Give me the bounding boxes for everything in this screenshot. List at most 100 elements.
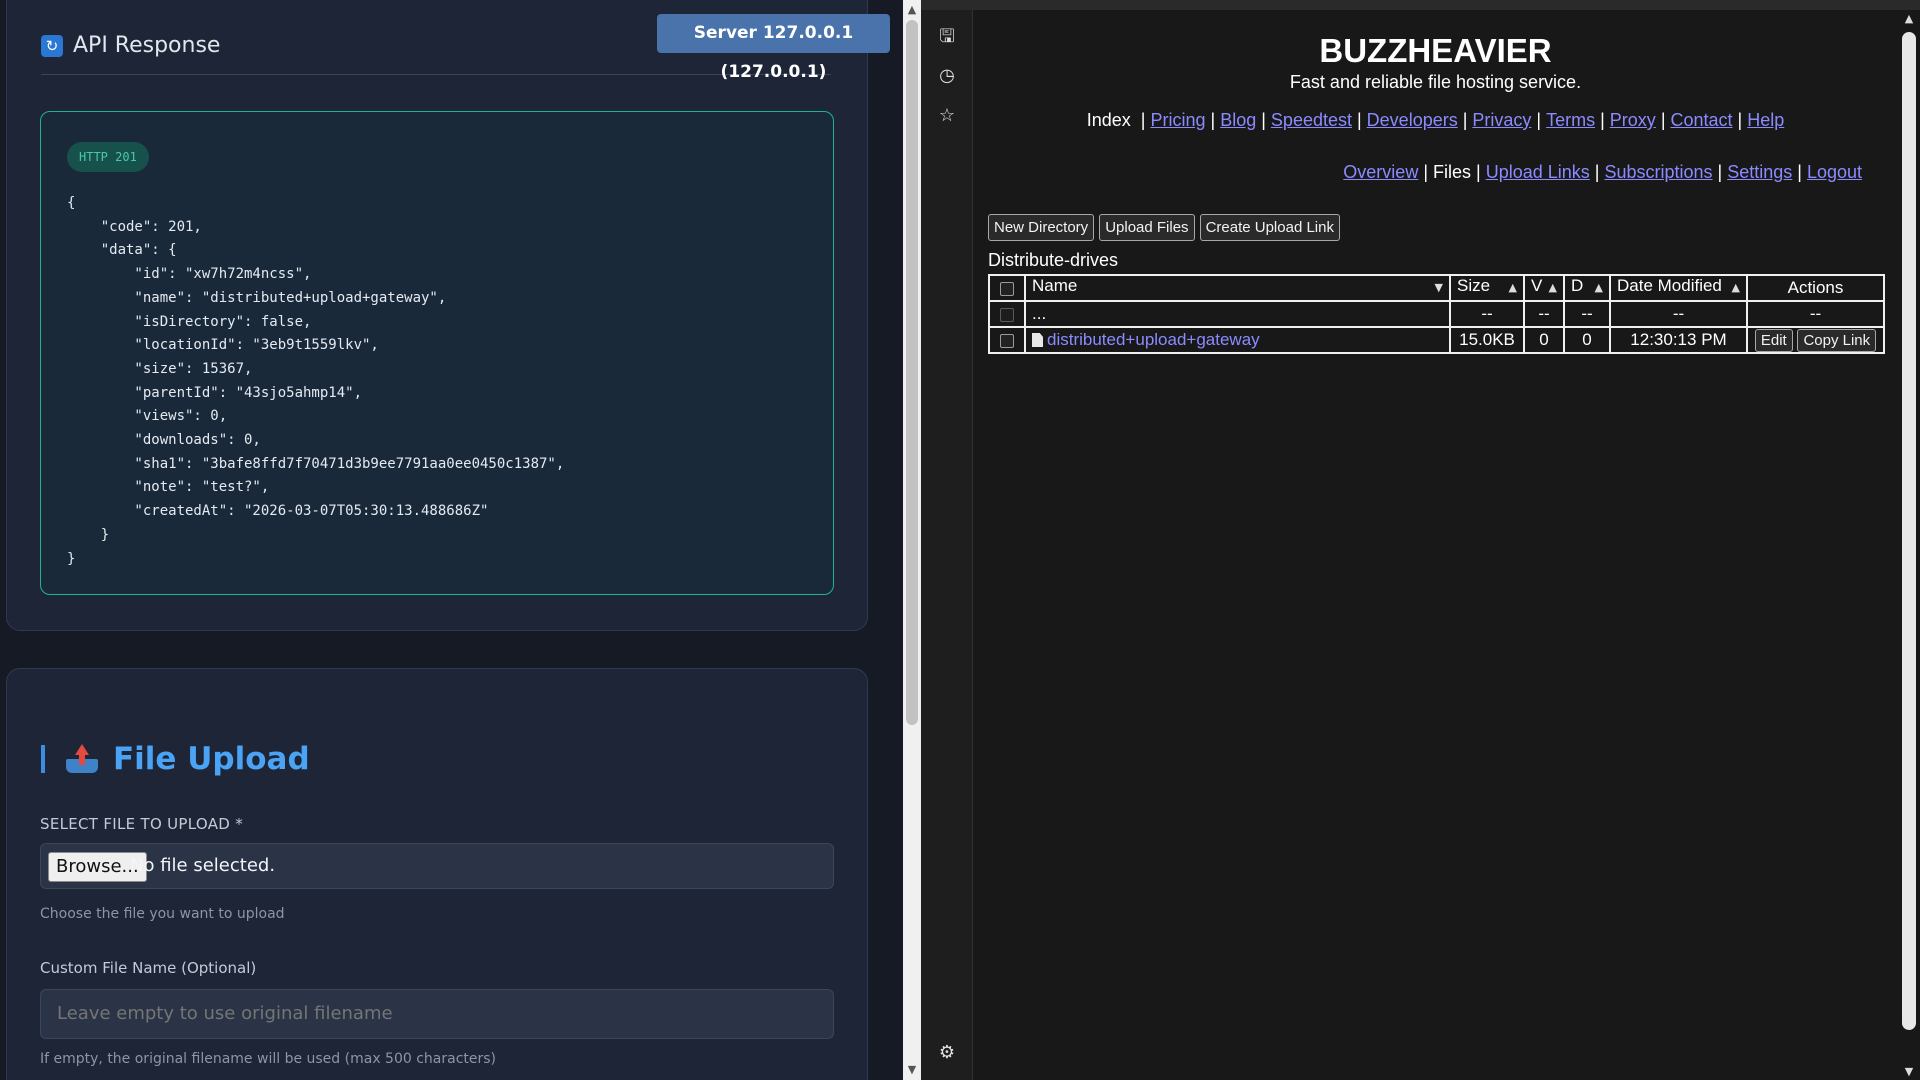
file-icon: [1032, 333, 1043, 347]
nav-link-developers[interactable]: Developers: [1367, 110, 1458, 130]
select-all-checkbox[interactable]: [1000, 281, 1014, 296]
nav-link-contact[interactable]: Contact: [1671, 110, 1733, 130]
sort-both-icon[interactable]: ▲: [1732, 276, 1740, 300]
row-checkbox[interactable]: [1000, 307, 1014, 322]
name-header[interactable]: Name ▼: [1024, 274, 1451, 302]
views-header[interactable]: V ▲: [1523, 274, 1565, 302]
nav-separator: |: [1261, 110, 1266, 130]
json-line: "name": "distributed+upload+gateway",: [67, 289, 447, 306]
nav-separator: |: [1356, 110, 1362, 130]
star-icon[interactable]: ☆: [936, 105, 958, 127]
response-box: HTTP 201 { "code": 201, "data": { "id": …: [40, 111, 834, 595]
file-table: Name ▼ Size ▲︎ V ▲ D ▲ Date Modified ▲ Action…: [988, 274, 1885, 354]
json-line: "isDirectory": false,: [67, 313, 312, 330]
account-nav-upload-links[interactable]: Upload Links: [1486, 162, 1590, 182]
account-nav: Overview | Files | Upload Links | Subscription…: [1343, 162, 1862, 183]
history-icon[interactable]: ◷: [936, 65, 958, 87]
account-nav-settings[interactable]: Settings: [1727, 162, 1792, 182]
edit-button[interactable]: Edit: [1754, 328, 1793, 352]
browser-sidebar: 🖫 ◷ ☆ ⚙: [921, 0, 973, 1080]
scroll-up-icon[interactable]: ▲: [1902, 12, 1916, 25]
account-nav-subscriptions[interactable]: Subscriptions: [1604, 162, 1712, 182]
account-nav-overview[interactable]: Overview: [1343, 162, 1418, 182]
scroll-down-icon[interactable]: ▼: [906, 1063, 918, 1077]
json-line: "locationId": "3eb9t1559lkv",: [67, 337, 379, 354]
response-json: { "code": 201, "data": { "id": "xw7h72m4…: [67, 192, 564, 571]
account-nav-logout[interactable]: Logout: [1807, 162, 1862, 182]
file-date-modified: 12:30:13 PM: [1609, 326, 1748, 354]
scroll-up-icon[interactable]: ▲: [906, 3, 918, 17]
bookmarks-bar: [921, 0, 1920, 10]
nav-link-help[interactable]: Help: [1747, 110, 1784, 130]
site-title: BUZZHEAVIER: [1319, 32, 1552, 69]
nav-separator: |: [1660, 110, 1666, 130]
api-response-card: ↻ API Response HTTP 201 { "code": 201, "…: [6, 0, 868, 631]
nav-separator: |: [1140, 110, 1146, 130]
left-pane-scrollbar[interactable]: ▲ ▼: [903, 0, 921, 1080]
json-line: "id": "xw7h72m4ncss",: [67, 266, 312, 283]
buzzheavier-page: BUZZHEAVIER Fast and reliable file hosti…: [973, 10, 1898, 1080]
row-checkbox[interactable]: [1000, 333, 1014, 348]
main-nav: Index | Pricing | Blog | Speedtest | Developers…: [973, 110, 1898, 131]
file-input[interactable]: Browse... No file selected.: [40, 843, 834, 889]
sort-both-icon[interactable]: ▲: [1549, 276, 1557, 300]
custom-name-field[interactable]: [40, 989, 834, 1039]
custom-name-input[interactable]: [57, 1003, 817, 1024]
json-line: "note": "test?",: [67, 479, 270, 496]
json-line: }: [67, 550, 76, 567]
nav-separator: |: [1476, 162, 1481, 182]
divider: [41, 74, 831, 75]
create-upload-link-button[interactable]: Create Upload Link: [1199, 214, 1340, 241]
json-line: "size": 15367,: [67, 360, 253, 377]
scrollbar-thumb[interactable]: [1902, 32, 1916, 1030]
date-modified-header[interactable]: Date Modified ▲: [1609, 274, 1748, 302]
parent-dir-link[interactable]: ...: [1024, 300, 1451, 328]
nav-link-speedtest[interactable]: Speedtest: [1271, 110, 1352, 130]
file-upload-header: File Upload: [41, 741, 310, 777]
select-file-label: SELECT FILE TO UPLOAD *: [40, 815, 243, 833]
file-downloads: 0: [1563, 326, 1611, 354]
api-tester-pane: Server 127.0.0.1 (127.0.0.1) ↻ API Respo…: [0, 0, 903, 1080]
nav-current-index: Index: [1086, 110, 1131, 130]
settings-gear-icon[interactable]: ⚙: [936, 1042, 958, 1064]
file-actions-cell: Edit Copy Link: [1746, 326, 1885, 354]
downloads-header[interactable]: D ▲: [1563, 274, 1611, 302]
size-header[interactable]: Size ▲︎: [1449, 274, 1525, 302]
sort-both-icon[interactable]: ▲: [1595, 276, 1603, 300]
new-directory-button[interactable]: New Directory: [988, 214, 1095, 241]
json-line: "parentId": "43sjo5ahmp14",: [67, 384, 363, 401]
file-name-cell: distributed+upload+gateway: [1024, 326, 1451, 354]
table-header-row: Name ▼ Size ▲︎ V ▲ D ▲ Date Modified ▲ Action…: [988, 274, 1885, 302]
nav-link-privacy[interactable]: Privacy: [1472, 110, 1531, 130]
parent-views: --: [1523, 300, 1565, 328]
parent-dir-row[interactable]: ... -- -- -- -- --: [988, 300, 1885, 328]
nav-link-blog[interactable]: Blog: [1220, 110, 1256, 130]
custom-name-hint: If empty, the original filename will be …: [40, 1051, 497, 1067]
nav-separator: |: [1594, 162, 1600, 182]
api-response-title: API Response: [73, 33, 221, 58]
json-line: "sha1": "3bafe8ffd7f70471d3b9ee7791aa0ee…: [67, 455, 565, 472]
json-line: "downloads": 0,: [67, 432, 261, 449]
sort-both-icon[interactable]: ▲︎: [1509, 276, 1517, 300]
upload-files-button[interactable]: Upload Files: [1099, 214, 1195, 241]
scrollbar-thumb[interactable]: [906, 20, 918, 725]
nav-link-proxy[interactable]: Proxy: [1610, 110, 1656, 130]
upload-tray-icon: [65, 744, 99, 774]
json-line: }: [67, 526, 110, 543]
copy-link-button[interactable]: Copy Link: [1797, 328, 1877, 352]
file-upload-card: File Upload SELECT FILE TO UPLOAD * Brow…: [6, 668, 868, 1080]
scroll-down-icon[interactable]: ▼: [1902, 1065, 1916, 1078]
http-status-badge: HTTP 201: [67, 142, 149, 172]
sort-desc-icon[interactable]: ▼: [1435, 276, 1443, 300]
right-pane-scrollbar[interactable]: ▲ ▼: [1898, 10, 1920, 1080]
no-file-text: No file selected.: [130, 855, 276, 876]
nav-separator: |: [1600, 110, 1605, 130]
nav-separator: |: [1423, 162, 1428, 182]
table-row[interactable]: distributed+upload+gateway 15.0KB 0 0 12…: [988, 326, 1885, 354]
parent-checkbox-cell: [988, 300, 1026, 328]
nav-link-pricing[interactable]: Pricing: [1150, 110, 1205, 130]
file-link[interactable]: distributed+upload+gateway: [1047, 330, 1260, 349]
nav-link-terms[interactable]: Terms: [1546, 110, 1595, 130]
actions-header: Actions: [1746, 274, 1885, 302]
save-page-icon[interactable]: 🖫: [936, 26, 958, 48]
